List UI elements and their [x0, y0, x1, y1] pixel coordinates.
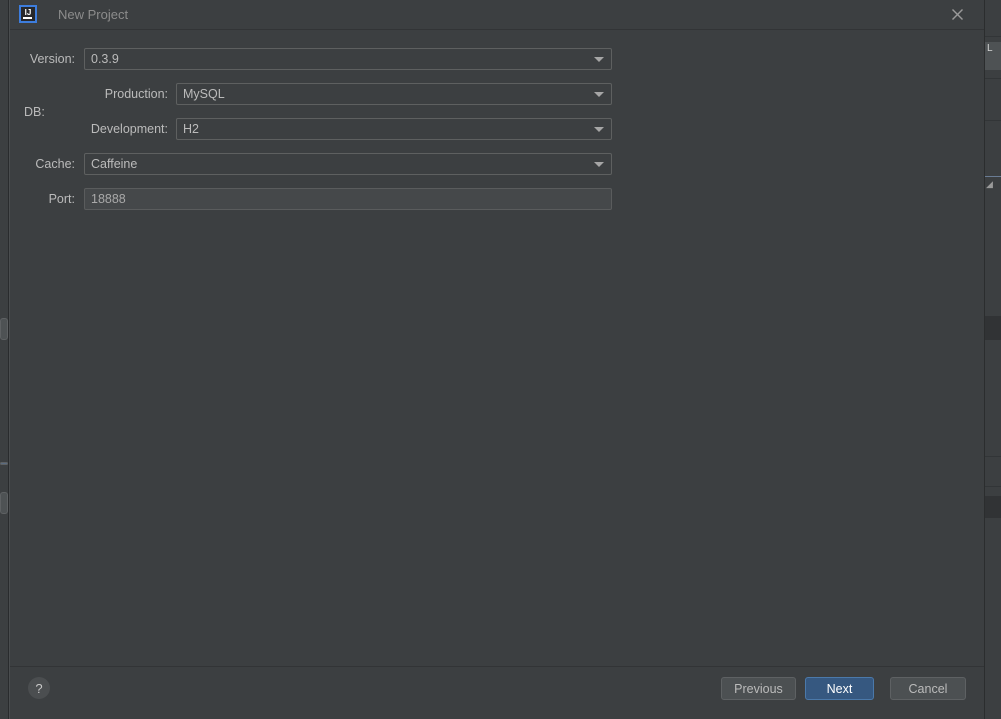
dialog-footer: ? Previous Next Cancel	[10, 666, 984, 719]
form-row-port: Port: 18888	[10, 188, 984, 210]
db-development-combobox[interactable]: H2	[176, 118, 612, 140]
version-label: Version:	[29, 52, 75, 66]
form-row-version: Version: 0.3.9	[10, 48, 984, 70]
cache-value: Caffeine	[91, 157, 138, 171]
chevron-down-icon	[594, 162, 604, 167]
help-button[interactable]: ?	[28, 677, 50, 699]
close-icon[interactable]	[938, 0, 976, 29]
stripe-segment	[985, 486, 1001, 491]
previous-button[interactable]: Previous	[721, 677, 796, 700]
stripe-segment	[985, 36, 1001, 41]
dialog-title: New Project	[58, 7, 129, 22]
db-development-value: H2	[183, 122, 199, 136]
stripe-button[interactable]	[0, 492, 8, 514]
db-production-value: MySQL	[183, 87, 225, 101]
form-row-db-production: Production: MySQL	[10, 83, 984, 105]
stripe-segment	[985, 78, 1001, 83]
stripe-glyph-icon: ◢	[986, 179, 993, 189]
cache-label: Cache:	[35, 157, 75, 171]
stripe-dark-block	[985, 316, 1001, 340]
next-button[interactable]: Next	[805, 677, 874, 700]
db-production-label: Production:	[104, 87, 168, 101]
stripe-button[interactable]	[0, 318, 8, 340]
stripe-tab-active[interactable]: L	[985, 42, 1001, 70]
db-production-combobox[interactable]: MySQL	[176, 83, 612, 105]
new-project-dialog: IJ New Project Version: 0.3.9 DB: Produc…	[9, 0, 985, 719]
port-input[interactable]: 18888	[84, 188, 612, 210]
port-value: 18888	[91, 192, 126, 206]
port-label: Port:	[48, 192, 75, 206]
left-tool-window-stripe	[0, 0, 9, 719]
stripe-accent-line	[985, 176, 1001, 177]
stripe-segment	[985, 456, 1001, 461]
cache-combobox[interactable]: Caffeine	[84, 153, 612, 175]
stripe-divider	[0, 462, 8, 465]
right-tool-window-stripe: L ◢	[984, 0, 1001, 719]
chevron-down-icon	[594, 92, 604, 97]
form-row-db-development: Development: H2	[10, 118, 984, 140]
intellij-idea-icon: IJ	[19, 5, 37, 23]
intellij-idea-icon-text: IJ	[24, 8, 32, 17]
version-combobox[interactable]: 0.3.9	[84, 48, 612, 70]
form-row-cache: Cache: Caffeine	[10, 153, 984, 175]
stripe-tab-label: L	[987, 43, 993, 54]
chevron-down-icon	[594, 127, 604, 132]
dialog-title-bar: IJ New Project	[10, 0, 984, 30]
stripe-segment	[985, 120, 1001, 125]
version-value: 0.3.9	[91, 52, 119, 66]
db-development-label: Development:	[90, 122, 168, 136]
cancel-button[interactable]: Cancel	[890, 677, 966, 700]
chevron-down-icon	[594, 57, 604, 62]
intellij-idea-icon-bar	[23, 17, 32, 19]
stripe-dark-block	[985, 496, 1001, 518]
